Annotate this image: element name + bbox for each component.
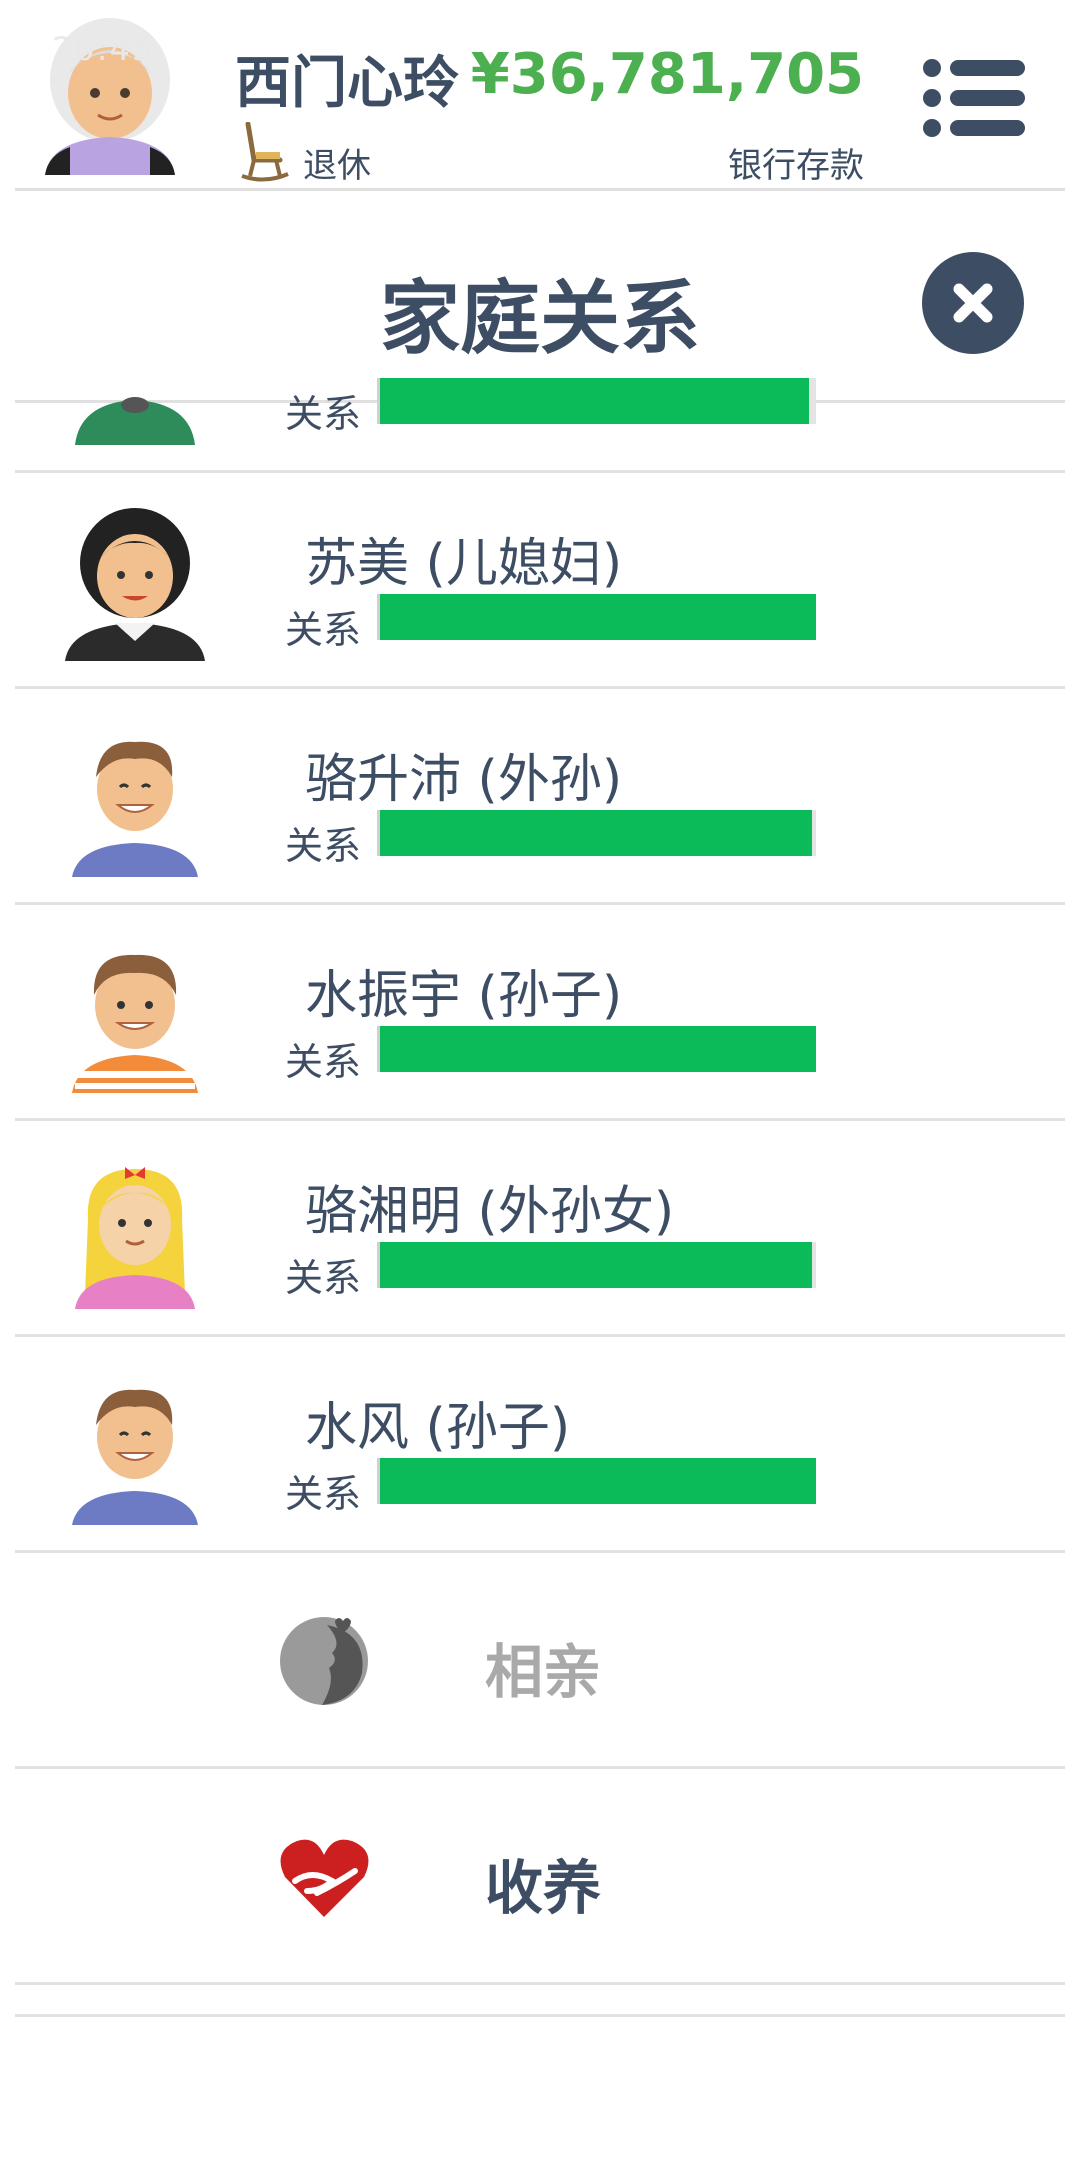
adopt-button[interactable]: 收养 xyxy=(15,1769,1065,1985)
relationship-bar-fill xyxy=(380,594,816,640)
relationship-bar-fill xyxy=(380,1242,812,1288)
family-row[interactable]: 苏美 (儿媳妇) 关系 xyxy=(15,473,1065,689)
top-bar: 20:45 西门心玲 退休 ¥36,781,705 银行存款 xyxy=(0,0,1080,191)
avatar xyxy=(72,1389,198,1525)
family-member-name: 水振宇 (孙子) xyxy=(305,966,623,1026)
relationship-bar xyxy=(377,1458,816,1504)
family-row[interactable]: 水振宇 (孙子) 关系 xyxy=(15,905,1065,1121)
relationship-label: 关系 xyxy=(285,1472,362,1516)
family-row[interactable]: 关系 xyxy=(15,257,1065,473)
heart-hands-icon xyxy=(280,1839,369,1917)
family-member-name: 水风 (孙子) xyxy=(305,1398,571,1458)
relationship-label: 关系 xyxy=(285,608,362,652)
relationship-bar xyxy=(377,378,816,424)
relationship-label: 关系 xyxy=(285,824,362,868)
avatar xyxy=(65,508,205,661)
couple-silhouette-icon xyxy=(280,1617,368,1705)
bank-balance: ¥36,781,705 xyxy=(470,42,864,107)
relationship-bar xyxy=(377,594,816,640)
matchmaking-label: 相亲 xyxy=(485,1638,602,1706)
rocking-chair-icon xyxy=(241,122,289,182)
avatar xyxy=(72,741,198,877)
menu-list-icon[interactable] xyxy=(920,50,1030,145)
relationship-bar xyxy=(377,1242,816,1288)
family-row[interactable]: 骆湘明 (外孙女) 关系 xyxy=(15,1121,1065,1337)
relationship-label: 关系 xyxy=(285,392,362,436)
relationship-bar-fill xyxy=(380,810,812,856)
topbar-divider xyxy=(15,188,1065,191)
relationship-label: 关系 xyxy=(285,1256,362,1300)
relationship-label: 关系 xyxy=(285,1040,362,1084)
adopt-label: 收养 xyxy=(485,1854,602,1922)
family-member-name: 骆升沛 (外孙) xyxy=(305,750,623,810)
bank-balance-label: 银行存款 xyxy=(728,146,864,186)
relationship-bar-fill xyxy=(380,1026,816,1072)
relationship-bar-fill xyxy=(380,1458,816,1504)
family-member-name: 苏美 (儿媳妇) xyxy=(305,534,623,594)
relationship-bar xyxy=(377,810,816,856)
relationship-bar xyxy=(377,1026,816,1072)
family-member-name: 骆湘明 (外孙女) xyxy=(305,1182,675,1242)
avatar xyxy=(72,954,198,1093)
relationship-bar-fill xyxy=(380,378,810,424)
avatar xyxy=(75,397,195,445)
list-end-divider xyxy=(15,1985,1065,2017)
matchmaking-button[interactable]: 相亲 xyxy=(15,1553,1065,1769)
family-row[interactable]: 骆升沛 (外孙) 关系 xyxy=(15,689,1065,905)
avatar xyxy=(75,1167,195,1309)
player-name: 西门心玲 xyxy=(235,51,459,116)
career-status-label: 退休 xyxy=(303,146,371,186)
status-time-text: 20:45 xyxy=(52,30,155,68)
family-row[interactable]: 水风 (孙子) 关系 xyxy=(15,1337,1065,1553)
